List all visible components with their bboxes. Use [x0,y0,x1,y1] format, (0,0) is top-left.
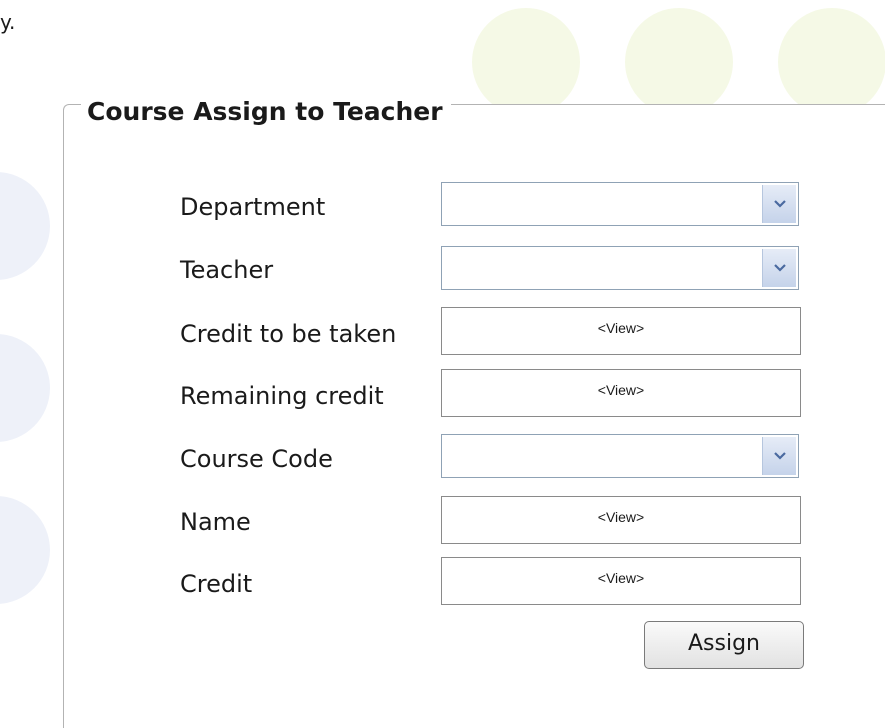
chevron-down-icon[interactable] [762,185,796,223]
credit-view: <View> [441,557,801,605]
department-label: Department [180,193,326,221]
name-view: <View> [441,496,801,544]
credit-to-be-taken-view: <View> [441,307,801,355]
decorative-circle [625,8,733,116]
credit-to-be-taken-label: Credit to be taken [180,320,397,348]
chevron-down-icon[interactable] [762,437,796,475]
remaining-credit-view: <View> [441,369,801,417]
form-title: Course Assign to Teacher [81,92,451,132]
teacher-select[interactable] [441,246,799,290]
remaining-credit-label: Remaining credit [180,382,384,410]
chevron-down-icon[interactable] [762,249,796,287]
page-text-fragment: y. [0,10,16,34]
teacher-label: Teacher [180,256,274,284]
page: y. Course Assign to Teacher Department T… [0,0,885,728]
decorative-circle [0,334,50,442]
decorative-circle [778,8,885,116]
name-label: Name [180,508,251,536]
assign-button[interactable]: Assign [644,621,804,669]
decorative-circle [0,172,50,280]
course-code-select[interactable] [441,434,799,478]
department-select[interactable] [441,182,799,226]
course-code-label: Course Code [180,445,333,473]
decorative-circle [472,8,580,116]
decorative-circle [0,496,50,604]
credit-label: Credit [180,570,253,598]
